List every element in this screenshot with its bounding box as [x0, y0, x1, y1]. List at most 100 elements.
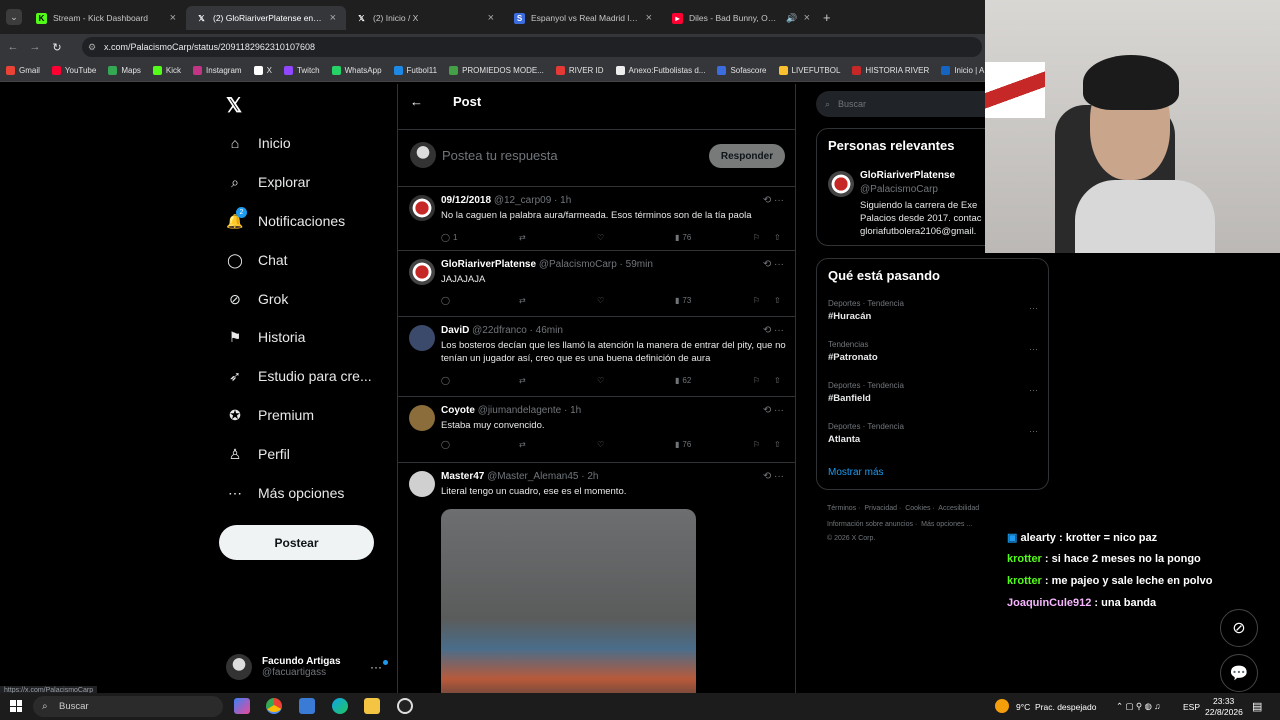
avatar[interactable]: [409, 325, 435, 351]
tweet-author[interactable]: 09/12/2018: [441, 195, 491, 206]
reply-icon[interactable]: ◯: [441, 376, 453, 385]
retweet-icon[interactable]: ⇄: [519, 440, 526, 449]
account-switcher[interactable]: Facundo Artigas @facuartigass: [226, 654, 341, 680]
notifications-icon[interactable]: ▤: [1252, 700, 1262, 713]
more-icon[interactable]: ···: [1029, 344, 1038, 354]
x-logo-icon[interactable]: 𝕏: [226, 93, 242, 118]
bookmark-item[interactable]: Kick: [152, 66, 181, 75]
share-icon[interactable]: ⇧: [774, 376, 781, 385]
views-icon[interactable]: ▮ 62: [675, 376, 691, 385]
show-more-link[interactable]: Mostrar más: [828, 467, 884, 478]
nav-item-notificaciones[interactable]: 🔔 2 Notificaciones: [226, 207, 345, 233]
tweet-author[interactable]: DaviD: [441, 325, 469, 336]
weather-temp[interactable]: 9°C: [1016, 702, 1030, 712]
share-icon[interactable]: ⇧: [774, 296, 781, 305]
bookmark-item[interactable]: Gmail: [6, 66, 40, 75]
tab-glori[interactable]: 𝕏 (2) GloRiariverPlatense en X: "E ×: [186, 6, 346, 30]
avatar[interactable]: [409, 471, 435, 497]
chrome-icon[interactable]: [266, 698, 282, 714]
more-icon[interactable]: ⟲ ···: [763, 405, 784, 416]
tweet[interactable]: 09/12/2018 @12_carp09 · 1h ⟲ ··· No la cag…: [398, 187, 796, 251]
relevant-name[interactable]: GloRiariverPlatense: [860, 170, 955, 181]
nav-item-perfil[interactable]: ♙ Perfil: [226, 442, 290, 466]
bookmark-icon[interactable]: ⚐: [753, 233, 760, 242]
more-icon[interactable]: ···: [1029, 385, 1038, 395]
taskbar-search[interactable]: ⌕ Buscar: [33, 696, 223, 717]
windows-start-icon[interactable]: [10, 700, 22, 712]
footer-link[interactable]: Cookies: [905, 505, 930, 512]
bookmark-item[interactable]: Futbol11: [393, 66, 437, 75]
tweet[interactable]: Coyote @jiumandelagente · 1h ⟲ ··· Estaba …: [398, 397, 796, 463]
tweet[interactable]: GloRiariverPlatense @PalacismoCarp · 59m…: [398, 251, 796, 317]
edge-icon[interactable]: [332, 698, 348, 714]
forward-icon[interactable]: →: [26, 41, 44, 53]
nav-item-explorar[interactable]: ⌕ Explorar: [226, 170, 310, 194]
like-icon[interactable]: ♡: [597, 440, 604, 449]
reply-icon[interactable]: ◯: [441, 440, 453, 449]
tweet-author[interactable]: Master47: [441, 471, 484, 482]
clock-date[interactable]: 22/8/2026: [1205, 707, 1243, 717]
nav-item-historia[interactable]: ⚑ Historia: [226, 325, 306, 349]
avatar[interactable]: [409, 259, 435, 285]
nav-item-estudio-para-cre-[interactable]: ➶ Estudio para cre...: [226, 364, 372, 388]
bookmark-item[interactable]: Maps: [108, 66, 141, 75]
avatar[interactable]: [828, 171, 854, 197]
nav-item-premium[interactable]: ✪ Premium: [226, 403, 314, 427]
speaker-icon[interactable]: 🔊: [786, 13, 797, 24]
tweet-media-image[interactable]: [441, 509, 696, 709]
grok-fab[interactable]: ⊘: [1220, 609, 1258, 647]
nav-item-grok[interactable]: ⊘ Grok: [226, 287, 288, 311]
close-icon[interactable]: ×: [488, 12, 494, 24]
share-icon[interactable]: ⇧: [774, 440, 781, 449]
avatar[interactable]: [409, 405, 435, 431]
views-icon[interactable]: ▮ 76: [675, 440, 691, 449]
bookmark-item[interactable]: PROMIEDOS MODE...: [449, 66, 544, 75]
language-indicator[interactable]: ESP: [1183, 702, 1200, 712]
url-field[interactable]: ⚙ x.com/PalacismoCarp/status/20911829623…: [82, 37, 982, 57]
like-icon[interactable]: ♡: [597, 376, 604, 385]
bookmark-icon[interactable]: ⚐: [753, 296, 760, 305]
more-icon[interactable]: ⟲ ···: [763, 259, 784, 270]
footer-link[interactable]: Accesibilidad: [938, 505, 979, 512]
trend-item[interactable]: Deportes · Tendencia #Huracán ···: [828, 299, 1038, 322]
avatar[interactable]: [409, 195, 435, 221]
site-info-icon[interactable]: ⚙: [88, 42, 96, 53]
nav-item-inicio[interactable]: ⌂ Inicio: [226, 131, 291, 155]
reply-button[interactable]: Responder: [709, 144, 785, 168]
bookmark-item[interactable]: Twitch: [283, 66, 320, 75]
bookmark-item[interactable]: LIVEFUTBOL: [778, 66, 840, 75]
more-icon[interactable]: ···: [1029, 303, 1038, 313]
close-icon[interactable]: ×: [170, 12, 176, 24]
share-icon[interactable]: ⇧: [774, 233, 781, 242]
nav-item-más-opciones[interactable]: ⋯ Más opciones: [226, 481, 344, 505]
trend-item[interactable]: Deportes · Tendencia #Banfield ···: [828, 381, 1038, 404]
new-tab-button[interactable]: +: [823, 10, 831, 25]
more-icon[interactable]: ···: [1029, 426, 1038, 436]
obs-icon[interactable]: [397, 698, 413, 714]
weather-text[interactable]: Prac. despejado: [1035, 702, 1096, 712]
folder-icon[interactable]: [364, 698, 380, 714]
store-icon[interactable]: [299, 698, 315, 714]
tweet[interactable]: DaviD @22dfranco · 46min ⟲ ··· Los bostero…: [398, 317, 796, 397]
nav-item-chat[interactable]: ◯ Chat: [226, 248, 287, 272]
bookmark-item[interactable]: Instagram: [193, 66, 242, 75]
bookmark-item[interactable]: X: [253, 66, 272, 75]
bookmark-item[interactable]: HISTORIA RIVER: [852, 66, 929, 75]
tray-icons[interactable]: ⌃ ▢ ⚲ ◍ ♫: [1116, 701, 1161, 712]
back-arrow-icon[interactable]: ←: [410, 94, 423, 109]
bookmark-item[interactable]: WhatsApp: [331, 66, 382, 75]
close-icon[interactable]: ×: [330, 12, 336, 24]
tab-kick[interactable]: K Stream - Kick Dashboard ×: [26, 6, 186, 30]
retweet-icon[interactable]: ⇄: [519, 233, 526, 242]
reply-icon[interactable]: ◯ 1: [441, 233, 457, 242]
footer-link[interactable]: Información sobre anuncios: [827, 521, 913, 528]
tab-list-icon[interactable]: ⌄: [6, 9, 22, 25]
tab-youtube[interactable]: ▸ Diles - Bad Bunny, Ozuna, F 🔊 ×: [662, 6, 820, 30]
back-icon[interactable]: ←: [4, 41, 22, 53]
tweet[interactable]: Master47 @Master_Aleman45 · 2h ⟲ ··· Liter…: [398, 463, 796, 720]
bookmark-item[interactable]: YouTube: [51, 66, 96, 75]
bookmark-item[interactable]: Anexo:Futbolistas d...: [615, 66, 705, 75]
post-button[interactable]: Postear: [219, 525, 374, 560]
reload-icon[interactable]: ↻: [48, 41, 66, 54]
bookmark-icon[interactable]: ⚐: [753, 440, 760, 449]
